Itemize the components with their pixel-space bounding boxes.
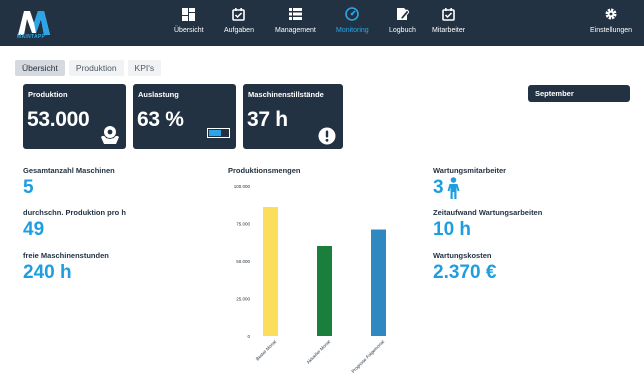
view-tabs: Übersicht Produktion KPI's	[15, 60, 162, 76]
production-bar-chart: 0 25.000 50.000 75.000 100.000 Bester Monat Ak…	[234, 184, 386, 374]
logo-text: MAINTAPP	[17, 34, 46, 40]
chart-title: Produktionsmengen	[228, 166, 301, 175]
nav-item-uebersicht[interactable]: Übersicht	[174, 7, 204, 41]
kpi-title: Maschinenstillstände	[248, 90, 324, 99]
kpi-card-produktion: Produktion 53.000	[23, 84, 126, 149]
kpi-value: 63 %	[137, 108, 184, 131]
x-tick-label: Aktueller Monat	[306, 339, 332, 365]
y-tick-label: 25.000	[236, 297, 250, 302]
month-select[interactable]: September	[528, 85, 630, 102]
stat-label-freie-maschinenstunden: freie Maschinenstunden	[23, 251, 109, 260]
nav-item-einstellungen[interactable]: Einstellungen	[590, 7, 632, 41]
stat-value-wartungsmitarbeiter: 3	[433, 177, 444, 198]
stat-label-gesamtanzahl-maschinen: Gesamtanzahl Maschinen	[23, 166, 115, 175]
y-tick-label: 0	[247, 334, 250, 339]
nav-label: Übersicht	[174, 27, 204, 34]
nav-label: Monitoring	[336, 27, 369, 34]
gauge-icon	[345, 7, 360, 21]
edit-icon	[395, 7, 409, 21]
chart-bar[interactable]	[317, 246, 332, 336]
y-tick-label: 75.000	[236, 222, 250, 227]
hand-gear-icon	[101, 126, 119, 144]
y-tick-label: 100.000	[234, 184, 251, 189]
chart-bar[interactable]	[371, 229, 386, 337]
list-icon	[288, 7, 302, 21]
stat-label-wartungskosten: Wartungskosten	[433, 251, 492, 260]
stat-value-durchschn-produktion: 49	[23, 219, 45, 240]
person-icon	[447, 177, 460, 199]
kpi-title: Auslastung	[138, 90, 179, 99]
x-tick-label: Prognose Folgemonat	[350, 339, 385, 374]
nav-label: Management	[275, 27, 316, 34]
dashboard-icon	[182, 7, 196, 21]
stat-label-durchschn-produktion: durchschn. Produktion pro h	[23, 208, 126, 217]
x-tick-label: Bester Monat	[255, 339, 278, 362]
kpi-card-maschinenstillstaende: Maschinenstillstände 37 h	[243, 84, 343, 149]
alert-icon	[318, 127, 336, 145]
stat-value-freie-maschinenstunden: 240 h	[23, 262, 72, 283]
kpi-title: Produktion	[28, 90, 68, 99]
gear-icon	[604, 7, 618, 21]
tab-uebersicht[interactable]: Übersicht	[15, 60, 65, 76]
top-navigation-bar: MAINTAPP Übersicht Aufgaben Management M…	[0, 0, 644, 46]
stat-label-wartungsmitarbeiter: Wartungsmitarbeiter	[433, 166, 507, 175]
stat-value-zeitaufwand-wartungsarbeiten: 10 h	[433, 219, 472, 240]
nav-item-monitoring[interactable]: Monitoring	[336, 7, 369, 41]
battery-icon	[207, 128, 230, 138]
nav-item-aufgaben[interactable]: Aufgaben	[224, 7, 254, 41]
checkbox-icon	[232, 7, 246, 21]
kpi-value: 37 h	[247, 108, 288, 131]
chart-bar[interactable]	[263, 207, 278, 336]
nav-item-mitarbeiter[interactable]: Mitarbeiter	[432, 7, 465, 41]
kpi-card-auslastung: Auslastung 63 %	[133, 84, 236, 149]
nav-item-management[interactable]: Management	[275, 7, 316, 41]
nav-label: Mitarbeiter	[432, 27, 466, 34]
tab-kpis[interactable]: KPI's	[127, 60, 162, 76]
stat-label-zeitaufwand-wartungsarbeiten: Zeitaufwand Wartungsarbeiten	[433, 208, 543, 217]
stat-value-wartungskosten: 2.370 €	[433, 262, 497, 283]
checkbox-icon	[442, 7, 456, 21]
nav-label: Einstellungen	[590, 27, 633, 34]
tab-produktion[interactable]: Produktion	[68, 60, 124, 76]
y-tick-label: 50.000	[236, 259, 250, 264]
nav-label: Logbuch	[389, 27, 416, 34]
kpi-value: 53.000	[27, 108, 90, 131]
nav-item-logbuch[interactable]: Logbuch	[389, 7, 416, 41]
nav-label: Aufgaben	[224, 27, 254, 34]
stat-value-gesamtanzahl-maschinen: 5	[23, 177, 34, 198]
